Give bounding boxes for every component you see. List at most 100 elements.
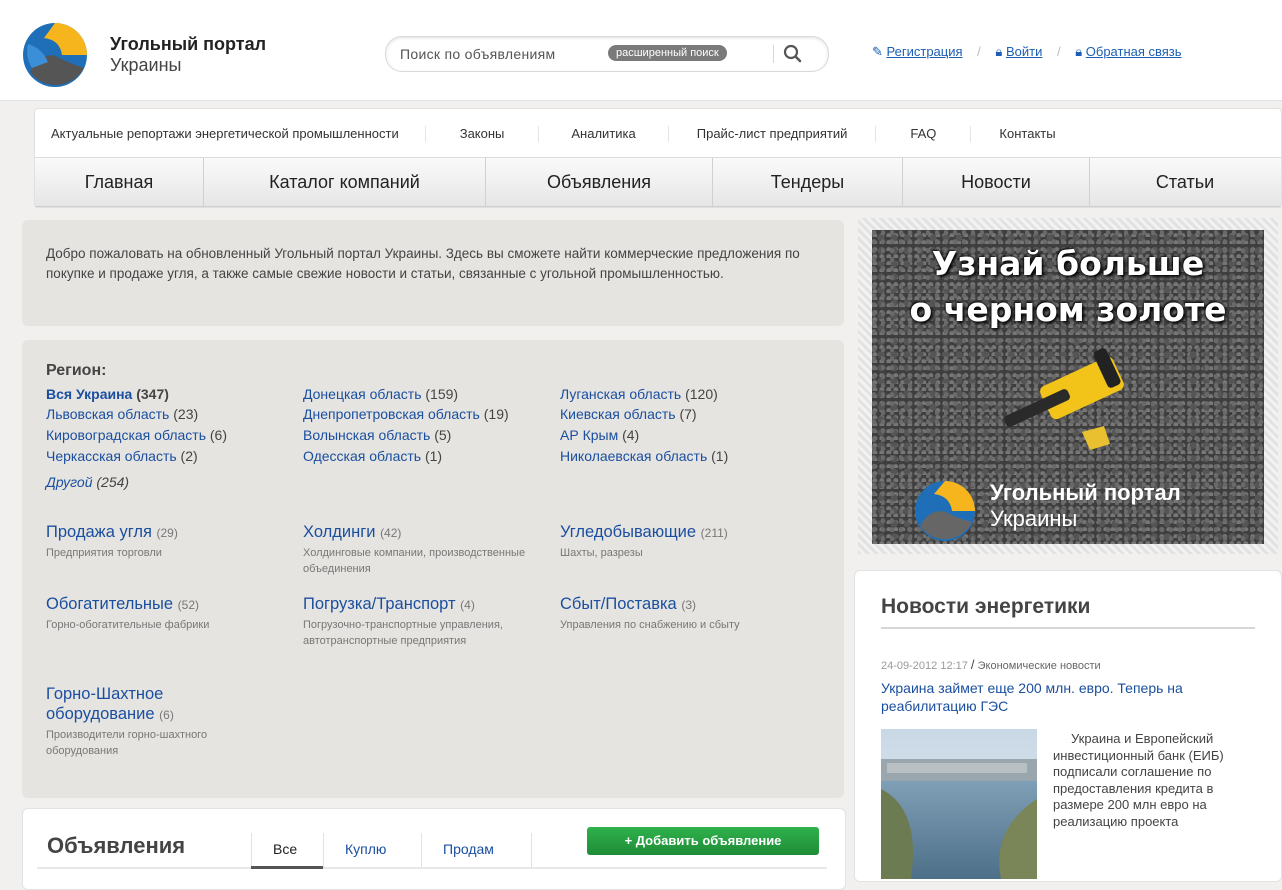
mainnav-item-catalog[interactable]: Каталог компаний (204, 158, 486, 206)
news-divider (881, 627, 1255, 629)
tab-divider (531, 833, 532, 869)
category-link[interactable]: Сбыт/Поставка (560, 595, 677, 613)
category-equipment[interactable]: Горно-Шахтное оборудование (6) Производи… (46, 684, 276, 759)
category-mining[interactable]: Угледобывающие (211) Шахты, разрезы (560, 522, 800, 561)
banner-image[interactable]: Узнай больше о черном золоте Угольный по… (872, 230, 1264, 544)
mainnav-item-home[interactable]: Главная (35, 158, 204, 206)
news-category[interactable]: Экономические новости (978, 660, 1101, 672)
news-date: 24-09-2012 12:17 (881, 660, 968, 672)
banner-logo-title: Угольный портал (990, 480, 1181, 505)
tab-sell[interactable]: Продам (443, 841, 494, 857)
mainnav-item-tenders[interactable]: Тендеры (713, 158, 903, 206)
feedback-link[interactable]: Обратная связь (1086, 44, 1182, 59)
subnav-item-laws[interactable]: Законы (426, 126, 540, 142)
category-link[interactable]: Продажа угля (46, 523, 152, 541)
category-holdings[interactable]: Холдинги (42) Холдинговые компании, прои… (303, 522, 543, 577)
category-supply[interactable]: Сбыт/Поставка (3) Управления по снабжени… (560, 594, 800, 633)
region-item-other[interactable]: Другой (254) (46, 474, 129, 491)
ads-title: Объявления (47, 833, 186, 858)
category-desc: Погрузочно-транспортные управления, авто… (303, 619, 503, 647)
region-item[interactable]: Днепропетровская область (19) (303, 406, 509, 423)
category-desc: Шахты, разрезы (560, 547, 643, 559)
link-separator: / (1056, 44, 1061, 59)
site-header: Угольный портал Украины Поиск по объявле… (0, 0, 1282, 101)
category-link[interactable]: оборудование (46, 705, 155, 723)
subnav-item-faq[interactable]: FAQ (876, 126, 972, 142)
link-separator: / (977, 44, 981, 59)
category-processing[interactable]: Обогатительные (52) Горно-обогатительные… (46, 594, 286, 633)
banner-logo-icon (915, 481, 975, 541)
search-input[interactable]: Поиск по объявлениям (400, 46, 555, 62)
edit-icon: ✎ (872, 44, 883, 59)
region-item[interactable]: Вся Украина (347) (46, 386, 169, 403)
news-title: Новости энергетики (881, 595, 1091, 618)
welcome-panel: Добро пожаловать на обновленный Угольный… (22, 220, 844, 326)
search-divider (773, 45, 774, 63)
category-link[interactable]: Обогатительные (46, 595, 173, 613)
subnav-item-pricelist[interactable]: Прайс-лист предприятий (669, 126, 877, 142)
login-link[interactable]: Войти (1006, 44, 1042, 59)
category-transport[interactable]: Погрузка/Транспорт (4) Погрузочно-трансп… (303, 594, 543, 649)
lock-icon: 🔒︎ (995, 44, 1003, 59)
welcome-text: Добро пожаловать на обновленный Угольный… (46, 246, 800, 281)
news-meta: 24-09-2012 12:17 / Экономические новости (881, 657, 1101, 672)
lock-icon: 🔒︎ (1075, 44, 1083, 59)
advanced-search-button[interactable]: расширенный поиск (608, 45, 727, 61)
region-item[interactable]: АР Крым (4) (560, 427, 639, 444)
region-title: Регион: (46, 362, 107, 379)
news-headline[interactable]: Украина займет еще 200 млн. евро. Теперь… (881, 679, 1261, 715)
add-ad-button[interactable]: + Добавить объявление (587, 827, 819, 855)
search-icon[interactable] (782, 43, 804, 65)
category-desc: Предприятия торговли (46, 547, 162, 559)
banner-headline-2: о черном золоте (909, 290, 1227, 329)
mainnav-item-articles[interactable]: Статьи (1090, 158, 1280, 206)
tab-divider (421, 833, 422, 869)
category-link[interactable]: Угледобывающие (560, 523, 696, 541)
region-item[interactable]: Львовская область (23) (46, 406, 198, 423)
region-item[interactable]: Луганская область (120) (560, 386, 718, 403)
navigation-panel: Актуальные репортажи энергетической пром… (34, 108, 1282, 208)
category-desc: Производители горно-шахтного оборудовани… (46, 729, 208, 757)
news-excerpt: Украина и Европейский инвестиционный бан… (1053, 731, 1224, 829)
ads-panel: Объявления Все Куплю Продам + Добавить о… (22, 808, 846, 890)
region-item[interactable]: Николаевская область (1) (560, 448, 728, 465)
catalog-panel: Регион: Вся Украина (347) Донецкая облас… (22, 340, 844, 798)
subnav-item-analytics[interactable]: Аналитика (539, 126, 669, 142)
user-links: ✎ Регистрация / 🔒︎ Войти / 🔒︎ Обратная с… (872, 44, 1182, 60)
category-desc: Холдинговые компании, производственные о… (303, 547, 526, 575)
tab-buy[interactable]: Куплю (345, 841, 386, 857)
region-item[interactable]: Волынская область (5) (303, 427, 451, 444)
news-image[interactable] (881, 729, 1037, 879)
subnav-item-contacts[interactable]: Контакты (971, 126, 1083, 142)
main-nav: Главная Каталог компаний Объявления Тенд… (35, 157, 1281, 207)
region-item[interactable]: Черкасская область (2) (46, 448, 198, 465)
mainnav-item-news[interactable]: Новости (903, 158, 1090, 206)
banner-logo-subtitle: Украины (990, 506, 1078, 531)
news-panel: Новости энергетики 24-09-2012 12:17 / Эк… (854, 570, 1282, 882)
subnav-item-reports[interactable]: Актуальные репортажи энергетической пром… (35, 126, 426, 142)
tab-divider (251, 833, 252, 869)
category-link[interactable]: Холдинги (303, 523, 375, 541)
mainnav-item-ads[interactable]: Объявления (486, 158, 713, 206)
secondary-nav: Актуальные репортажи энергетической пром… (35, 109, 1281, 159)
region-item[interactable]: Киевская область (7) (560, 406, 697, 423)
logo-subtitle[interactable]: Украины (110, 55, 181, 75)
category-desc: Горно-обогатительные фабрики (46, 619, 210, 631)
active-tab-indicator (251, 866, 323, 869)
meta-separator: / (970, 657, 975, 672)
jackhammer-icon (1004, 348, 1124, 450)
region-item[interactable]: Донецкая область (159) (303, 386, 458, 403)
category-coal-sales[interactable]: Продажа угля (29) Предприятия торговли (46, 522, 286, 561)
search-box[interactable]: Поиск по объявлениям расширенный поиск (385, 36, 829, 72)
category-desc: Управления по снабжению и сбыту (560, 619, 740, 631)
logo-title[interactable]: Угольный портал (110, 34, 266, 54)
region-item[interactable]: Одесская область (1) (303, 448, 442, 465)
category-link[interactable]: Погрузка/Транспорт (303, 595, 456, 613)
banner-headline-1: Узнай больше (931, 244, 1205, 283)
logo-icon[interactable] (22, 22, 88, 88)
promo-banner[interactable]: Узнай больше о черном золоте Угольный по… (858, 218, 1278, 554)
region-item[interactable]: Кировоградская область (6) (46, 427, 227, 444)
tab-all[interactable]: Все (273, 841, 297, 857)
register-link[interactable]: Регистрация (887, 44, 963, 59)
category-link[interactable]: Горно-Шахтное (46, 685, 163, 703)
